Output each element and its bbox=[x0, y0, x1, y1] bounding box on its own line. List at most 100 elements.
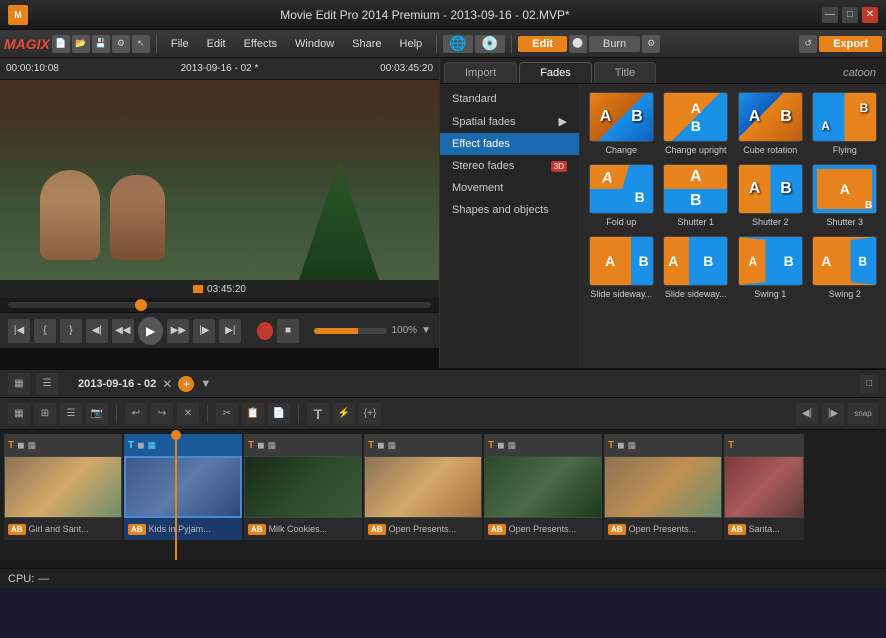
effect-change-upright[interactable]: A B Change upright bbox=[663, 92, 730, 156]
sidebar-item-stereo[interactable]: Stereo fades 3D bbox=[440, 155, 579, 177]
clip-milk-cookies[interactable]: T ◼ ▦ AB Milk Cookies... bbox=[244, 434, 362, 560]
timeline-dropdown[interactable]: ▼ bbox=[200, 378, 211, 390]
effect-shutter2[interactable]: AB Shutter 2 bbox=[737, 164, 804, 228]
sidebar-item-spatial[interactable]: Spatial fades ▶ bbox=[440, 110, 579, 133]
minimize-button[interactable]: — bbox=[822, 7, 838, 23]
menu-file[interactable]: File bbox=[163, 36, 197, 52]
track-view-btn[interactable]: ▦ bbox=[8, 403, 30, 425]
rewind-button[interactable]: ◀◀ bbox=[112, 319, 134, 343]
effect-shutter3[interactable]: A B Shutter 3 bbox=[812, 164, 879, 228]
timeline-storyboard-btn[interactable]: ☰ bbox=[36, 373, 58, 395]
edit-button[interactable]: Edit bbox=[518, 36, 567, 52]
nav-next-btn[interactable]: |▶ bbox=[822, 403, 844, 425]
play-button[interactable]: ▶ bbox=[138, 317, 164, 345]
clip-santa[interactable]: T AB Santa... bbox=[724, 434, 804, 560]
effect-change[interactable]: AB Change bbox=[588, 92, 655, 156]
camera-btn[interactable]: 📷 bbox=[86, 403, 108, 425]
next-frame-button[interactable]: |▶ bbox=[193, 319, 215, 343]
effect-thumb-flying: BA bbox=[812, 92, 877, 142]
list-btn[interactable]: ☰ bbox=[60, 403, 82, 425]
zoom-level: 100% bbox=[391, 325, 417, 336]
effect-shutter1[interactable]: A B Shutter 1 bbox=[663, 164, 730, 228]
burn-icon[interactable]: ⚙ bbox=[642, 35, 660, 53]
effect-thumb-fold: A B bbox=[589, 164, 654, 214]
copy-btn[interactable]: 📋 bbox=[242, 403, 264, 425]
effect-btn[interactable]: ⚡ bbox=[333, 403, 355, 425]
clip-video-3 bbox=[244, 456, 362, 518]
undo-btn[interactable]: ↩ bbox=[125, 403, 147, 425]
timeline-resize-button[interactable]: □ bbox=[860, 375, 878, 393]
effect-cube[interactable]: AB Cube rotation bbox=[737, 92, 804, 156]
save-icon[interactable]: 💾 bbox=[92, 35, 110, 53]
scrub-area[interactable] bbox=[0, 298, 439, 312]
clip-header-4: T ◼ ▦ bbox=[364, 434, 482, 456]
edit-extra-icon[interactable]: ⚪ bbox=[569, 35, 587, 53]
new-icon[interactable]: 📄 bbox=[52, 35, 70, 53]
menu-bar: MAGIX 📄 📂 💾 ⚙ ↖ File Edit Effects Window… bbox=[0, 30, 886, 58]
disc-icon[interactable]: 💿 bbox=[475, 35, 505, 53]
clip-open-presents-3[interactable]: T ◼ ▦ AB Open Presents... bbox=[604, 434, 722, 560]
snap-btn[interactable]: snap bbox=[848, 403, 878, 425]
prev-frame-button[interactable]: ◀| bbox=[86, 319, 108, 343]
timeline-view-toggle[interactable]: ▦ bbox=[8, 373, 30, 395]
zoom-dropdown[interactable]: ▼ bbox=[421, 325, 431, 336]
online-icon[interactable]: 🌐 bbox=[443, 35, 473, 53]
text-btn[interactable]: T bbox=[307, 403, 329, 425]
cut-btn[interactable]: ✂ bbox=[216, 403, 238, 425]
scrub-thumb[interactable] bbox=[135, 299, 147, 311]
paste-btn[interactable]: 📄 bbox=[268, 403, 290, 425]
sidebar-item-shapes[interactable]: Shapes and objects bbox=[440, 199, 579, 221]
maximize-button[interactable]: □ bbox=[842, 7, 858, 23]
position-time: 03:45:20 bbox=[207, 284, 246, 295]
effect-label-cube: Cube rotation bbox=[743, 145, 797, 156]
tab-title[interactable]: Title bbox=[594, 62, 656, 83]
scrub-slider[interactable] bbox=[8, 302, 431, 308]
menu-window[interactable]: Window bbox=[287, 36, 342, 52]
effects-sidebar: Standard Spatial fades ▶ Effect fades St… bbox=[440, 84, 580, 368]
mark-in-button[interactable]: { bbox=[34, 319, 56, 343]
menu-help[interactable]: Help bbox=[392, 36, 431, 52]
sidebar-item-effect[interactable]: Effect fades bbox=[440, 133, 579, 155]
effects-tabs: Import Fades Title catoon bbox=[440, 58, 886, 84]
tab-import[interactable]: Import bbox=[444, 62, 517, 83]
transition-btn[interactable]: {+} bbox=[359, 403, 381, 425]
stop-button[interactable]: ■ bbox=[277, 319, 299, 343]
go-start-button[interactable]: |◀ bbox=[8, 319, 30, 343]
open-icon[interactable]: 📂 bbox=[72, 35, 90, 53]
effect-flying[interactable]: BA Flying bbox=[812, 92, 879, 156]
burn-button[interactable]: Burn bbox=[589, 36, 640, 52]
settings-icon[interactable]: ⚙ bbox=[112, 35, 130, 53]
tab-fades[interactable]: Fades bbox=[519, 62, 592, 83]
menu-share[interactable]: Share bbox=[344, 36, 389, 52]
redo-btn[interactable]: ↪ bbox=[151, 403, 173, 425]
cursor-icon[interactable]: ↖ bbox=[132, 35, 150, 53]
sidebar-item-movement[interactable]: Movement bbox=[440, 177, 579, 199]
effect-swing2[interactable]: B A Swing 2 bbox=[812, 236, 879, 300]
cancel-btn[interactable]: ✕ bbox=[177, 403, 199, 425]
window-controls[interactable]: — □ ✕ bbox=[822, 7, 878, 23]
go-end-button[interactable]: ▶| bbox=[219, 319, 241, 343]
record-button[interactable] bbox=[257, 322, 273, 340]
clip-kids-in-pyjamas[interactable]: T ◼ ▦ AB Kids in Pyjam... bbox=[124, 434, 242, 560]
timeline-close-button[interactable]: ✕ bbox=[162, 377, 172, 391]
volume-slider[interactable] bbox=[314, 328, 387, 334]
clip-header-5: T ◼ ▦ bbox=[484, 434, 602, 456]
nav-prev-btn[interactable]: ◀| bbox=[796, 403, 818, 425]
refresh-icon[interactable]: ↺ bbox=[799, 35, 817, 53]
clip-girl-and-santa[interactable]: T ◼ ▦ AB Girl and Sant... bbox=[4, 434, 122, 560]
sidebar-item-standard[interactable]: Standard bbox=[440, 88, 579, 110]
menu-effects[interactable]: Effects bbox=[236, 36, 285, 52]
close-button[interactable]: ✕ bbox=[862, 7, 878, 23]
export-button[interactable]: Export bbox=[819, 36, 882, 52]
effect-slide1[interactable]: A B Slide sideway... bbox=[588, 236, 655, 300]
clip-open-presents-2[interactable]: T ◼ ▦ AB Open Presents... bbox=[484, 434, 602, 560]
fast-forward-button[interactable]: ▶▶ bbox=[167, 319, 189, 343]
mark-out-button[interactable]: } bbox=[60, 319, 82, 343]
clip-open-presents-1[interactable]: T ◼ ▦ AB Open Presents... bbox=[364, 434, 482, 560]
effect-fold[interactable]: A B Fold up bbox=[588, 164, 655, 228]
effect-slide2[interactable]: B A Slide sideway... bbox=[663, 236, 730, 300]
effect-swing1[interactable]: A B Swing 1 bbox=[737, 236, 804, 300]
timeline-add-button[interactable]: + bbox=[178, 376, 194, 392]
menu-edit[interactable]: Edit bbox=[199, 36, 234, 52]
multicam-btn[interactable]: ⊞ bbox=[34, 403, 56, 425]
